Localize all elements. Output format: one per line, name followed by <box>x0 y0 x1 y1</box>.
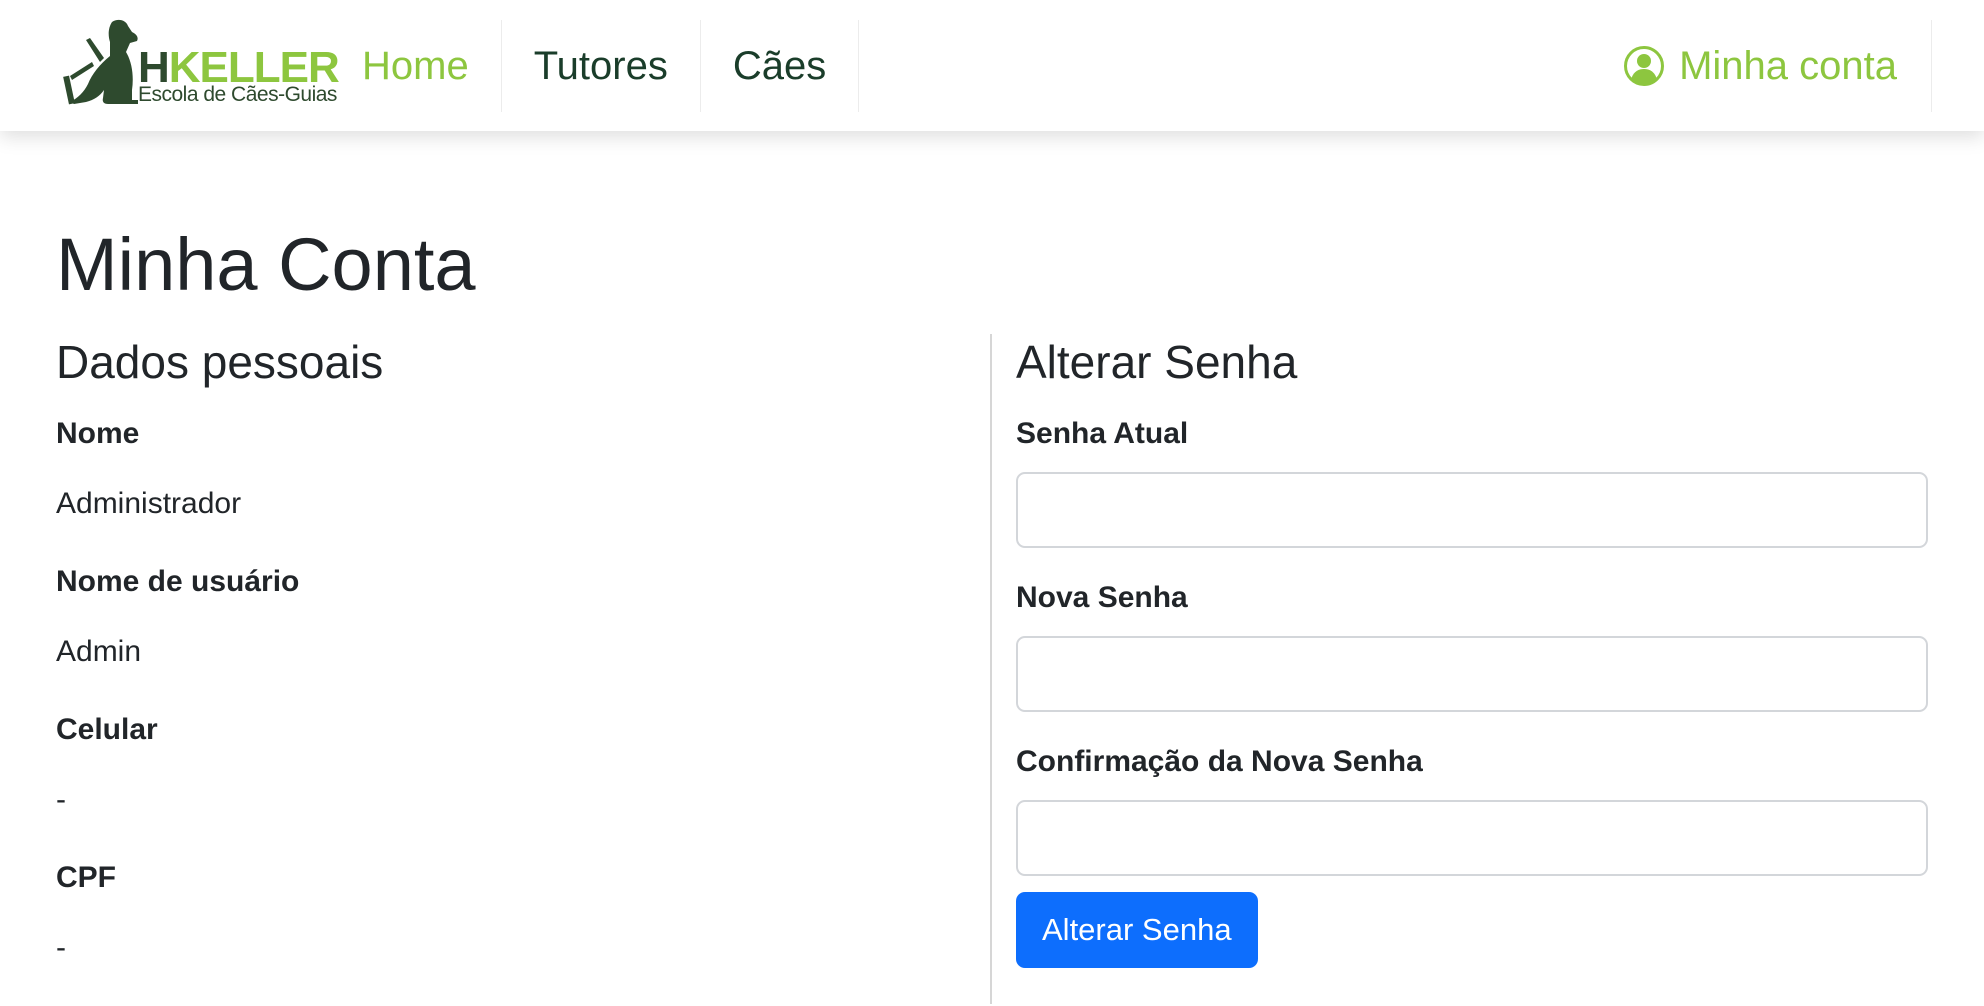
nav-caes[interactable]: Cães <box>701 20 860 112</box>
top-navbar: HKELLER Escola de Cães-Guias Home Tutore… <box>0 0 1984 131</box>
account-label: Minha conta <box>1679 43 1897 88</box>
brand-tagline: Escola de Cães-Guias <box>138 83 337 106</box>
new-password-label: Nova Senha <box>1016 581 1188 614</box>
field-value-nome: Administrador <box>56 487 242 520</box>
field-value-username: Admin <box>56 635 142 668</box>
field-label-username: Nome de usuário <box>56 565 300 598</box>
field-label-cpf: CPF <box>56 861 116 894</box>
new-password-input[interactable] <box>1016 636 1928 712</box>
change-password-section: Alterar Senha Senha Atual Nova Senha Con… <box>1016 334 1928 968</box>
field-label-celular: Celular <box>56 713 158 746</box>
user-circle-icon <box>1624 46 1665 86</box>
current-password-input[interactable] <box>1016 472 1928 548</box>
main-nav: Home Tutores Cães <box>340 20 860 112</box>
nav-tutores[interactable]: Tutores <box>502 20 701 112</box>
guide-dog-icon <box>63 19 138 105</box>
field-label-nome: Nome <box>56 417 140 450</box>
confirm-password-label: Confirmação da Nova Senha <box>1016 745 1423 778</box>
column-divider <box>990 334 992 1004</box>
personal-data-section: Dados pessoais Nome Administrador Nome d… <box>56 334 956 1006</box>
nav-home[interactable]: Home <box>340 20 502 112</box>
account-menu[interactable]: Minha conta <box>1623 20 1932 112</box>
brand-logo[interactable]: HKELLER Escola de Cães-Guias <box>60 18 340 108</box>
confirm-password-input[interactable] <box>1016 800 1928 876</box>
page-title: Minha Conta <box>56 223 476 306</box>
field-value-celular: - <box>56 783 66 816</box>
change-password-heading: Alterar Senha <box>1016 336 1298 388</box>
field-value-cpf: - <box>56 931 66 964</box>
personal-data-heading: Dados pessoais <box>56 336 384 388</box>
current-password-label: Senha Atual <box>1016 417 1189 450</box>
change-password-button[interactable]: Alterar Senha <box>1016 892 1258 968</box>
